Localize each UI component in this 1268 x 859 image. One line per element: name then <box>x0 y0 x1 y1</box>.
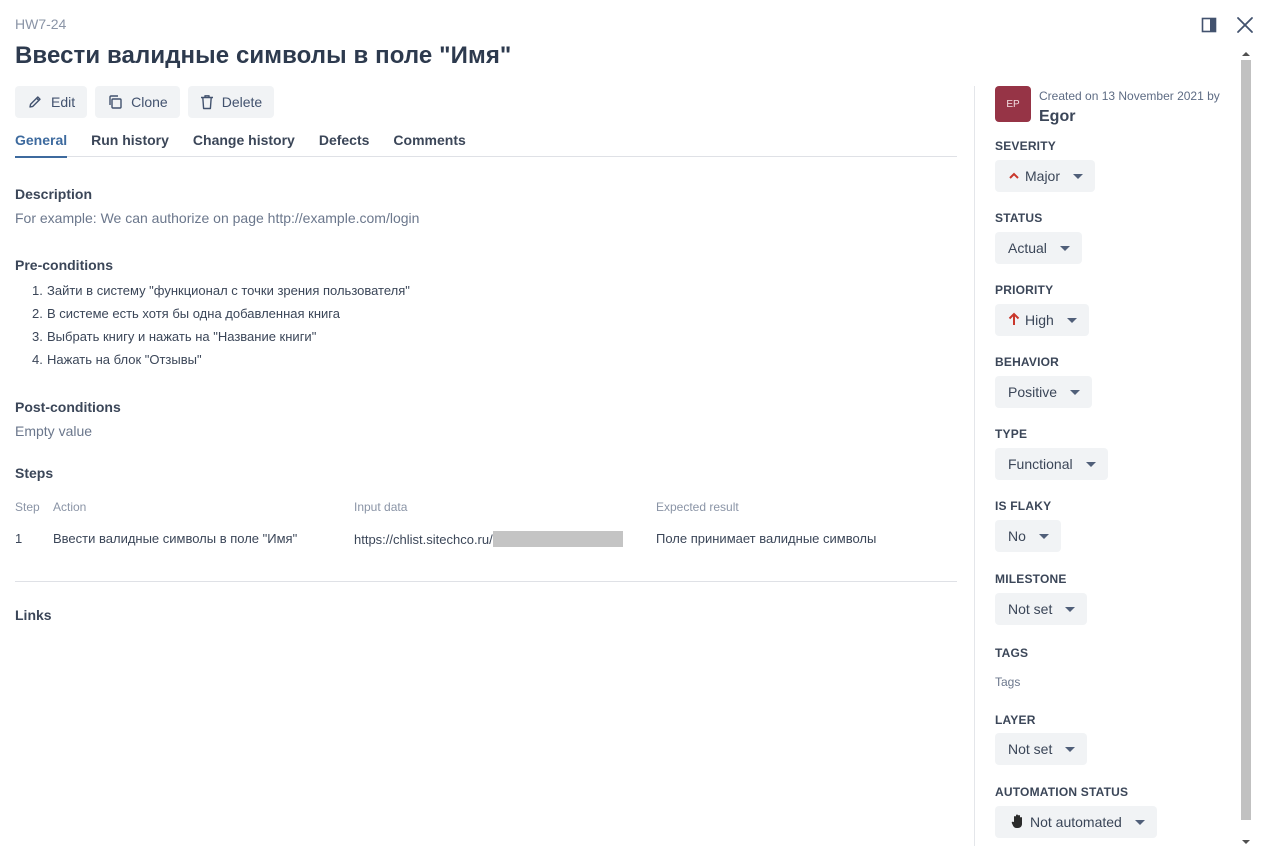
preconditions-list: 1. Зайти в систему "функционал с точки зр… <box>32 282 410 374</box>
description-heading: Description <box>15 186 93 202</box>
chevron-down-icon <box>1066 317 1077 323</box>
chevron-down-icon <box>1065 606 1076 612</box>
steps-col-expected: Expected result <box>656 500 739 514</box>
is-flaky-select[interactable]: No <box>995 520 1061 552</box>
tab-change-history[interactable]: Change history <box>193 132 295 157</box>
sidebar-divider <box>974 86 975 846</box>
chevron-down-icon <box>1085 461 1096 467</box>
priority-value: High <box>1025 312 1054 328</box>
clone-label: Clone <box>131 94 168 110</box>
step-number: 1 <box>15 531 23 546</box>
postconditions-text: Empty value <box>15 423 93 439</box>
tags-input[interactable]: Tags <box>995 675 1020 689</box>
type-value: Functional <box>1008 456 1073 472</box>
arrow-up-icon <box>1008 312 1020 329</box>
type-label: TYPE <box>995 427 1028 441</box>
layer-select[interactable]: Not set <box>995 733 1088 765</box>
chevron-up-icon <box>1008 168 1020 184</box>
automation-status-select[interactable]: Not automated <box>995 806 1157 838</box>
steps-col-step: Step <box>15 500 40 514</box>
edit-button[interactable]: Edit <box>15 86 88 118</box>
chevron-down-icon <box>1134 819 1145 825</box>
severity-value: Major <box>1025 168 1061 184</box>
milestone-label: MILESTONE <box>995 572 1067 586</box>
layer-value: Not set <box>1008 741 1053 757</box>
step-expected: Поле принимает валидные символы <box>656 531 877 546</box>
copy-icon <box>107 94 123 110</box>
postconditions-heading: Post-conditions <box>15 399 121 415</box>
milestone-select[interactable]: Not set <box>995 593 1088 625</box>
delete-label: Delete <box>221 94 263 110</box>
priority-label: PRIORITY <box>995 283 1054 297</box>
list-item: 4. Нажать на блок "Отзывы" <box>32 352 202 367</box>
preconditions-heading: Pre-conditions <box>15 257 114 273</box>
tab-defects[interactable]: Defects <box>319 132 370 157</box>
scrollbar[interactable] <box>1239 52 1253 848</box>
list-item: 1. Зайти в систему "функционал с точки зр… <box>32 283 410 298</box>
is-flaky-value: No <box>1008 528 1026 544</box>
scroll-thumb[interactable] <box>1241 60 1251 820</box>
step-action: Ввести валидные символы в поле "Имя" <box>53 531 298 546</box>
behavior-value: Positive <box>1008 384 1058 400</box>
scroll-up-arrow-icon[interactable] <box>1242 52 1250 56</box>
tab-comments[interactable]: Comments <box>393 132 465 157</box>
action-toolbar: Edit Clone Delete <box>15 86 275 118</box>
steps-col-input: Input data <box>354 500 408 514</box>
chevron-down-icon <box>1059 245 1070 251</box>
clone-button[interactable]: Clone <box>95 86 180 118</box>
chevron-down-icon <box>1073 173 1084 179</box>
links-heading: Links <box>15 607 52 623</box>
list-item: 2. В системе есть хотя бы одна добавленна… <box>32 306 340 321</box>
section-divider <box>15 581 957 582</box>
list-item: 3. Выбрать книгу и нажать на "Название кн… <box>32 329 317 344</box>
hand-icon <box>1011 813 1025 832</box>
milestone-value: Not set <box>1008 601 1053 617</box>
author-name[interactable]: Egor <box>1039 108 1075 126</box>
tab-run-history[interactable]: Run history <box>91 132 169 157</box>
steps-col-action: Action <box>53 500 87 514</box>
status-label: STATUS <box>995 211 1043 225</box>
window-controls <box>1198 14 1256 36</box>
trash-icon <box>200 94 214 110</box>
tags-label: TAGS <box>995 646 1029 660</box>
toggle-panel-icon[interactable] <box>1198 14 1220 36</box>
delete-button[interactable]: Delete <box>187 86 275 118</box>
steps-heading: Steps <box>15 465 54 481</box>
avatar: EP <box>995 86 1031 122</box>
redacted-block <box>492 531 623 547</box>
description-text: For example: We can authorize on page ht… <box>15 210 420 226</box>
automation-status-label: AUTOMATION STATUS <box>995 785 1129 799</box>
step-input: https://chlist.sitechco.ru/ <box>354 531 623 547</box>
behavior-label: BEHAVIOR <box>995 355 1060 369</box>
status-value: Actual <box>1008 240 1047 256</box>
case-id: HW7-24 <box>15 16 67 32</box>
step-input-url: https://chlist.sitechco.ru/ <box>354 532 493 547</box>
behavior-select[interactable]: Positive <box>995 376 1093 408</box>
chevron-down-icon <box>1065 746 1076 752</box>
status-select[interactable]: Actual <box>995 232 1082 264</box>
type-select[interactable]: Functional <box>995 448 1108 480</box>
scroll-down-arrow-icon[interactable] <box>1242 840 1250 844</box>
close-icon[interactable] <box>1234 14 1256 36</box>
pencil-icon <box>27 94 43 110</box>
edit-label: Edit <box>51 94 76 110</box>
severity-select[interactable]: Major <box>995 160 1096 192</box>
is-flaky-label: IS FLAKY <box>995 499 1052 513</box>
chevron-down-icon <box>1070 389 1081 395</box>
page-title: Ввести валидные символы в поле "Имя" <box>15 42 512 69</box>
created-info: Created on 13 November 2021 by <box>1039 89 1220 103</box>
automation-status-value: Not automated <box>1030 814 1122 830</box>
tab-bar: General Run history Change history Defec… <box>15 132 957 158</box>
chevron-down-icon <box>1038 533 1049 539</box>
layer-label: LAYER <box>995 713 1036 727</box>
severity-label: SEVERITY <box>995 139 1056 153</box>
tab-general[interactable]: General <box>15 132 68 158</box>
priority-select[interactable]: High <box>995 304 1089 336</box>
